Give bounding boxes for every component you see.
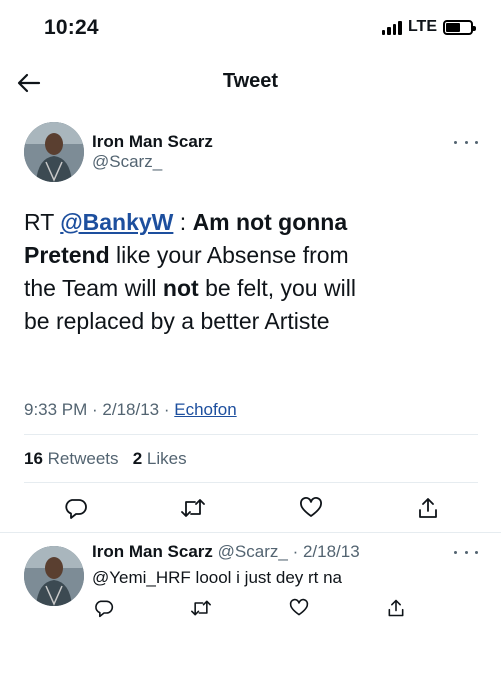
reply-avatar[interactable] [24,546,84,606]
retweet-button[interactable] [179,494,207,522]
likes-count: 2 [132,449,143,468]
heart-icon [299,497,322,517]
tweet-date: 2/18/13 [102,400,160,419]
more-options-button[interactable] [454,136,478,148]
reply-date: · 2/18/13 [292,542,360,561]
separator: · [159,400,175,419]
divider [24,434,478,435]
reply-header[interactable]: Iron Man Scarz @Scarz_ · 2/18/13 [92,542,360,562]
retweet-icon [191,600,212,616]
reply-more-options-button[interactable] [454,546,478,558]
reply-retweet-button[interactable] [187,594,215,622]
author-handle[interactable]: @Scarz_ [92,152,213,172]
like-button[interactable] [297,494,325,522]
battery-icon [443,19,476,35]
tweet-text: RT @BankyW : Am not gonna Pretend like y… [24,206,374,338]
tweet-stats: 16 Retweets 2 Likes [24,449,187,469]
divider [0,532,501,533]
signal-icon [381,20,402,35]
status-bar: 10:24 LTE [0,0,501,52]
tweet-bold-text: not [162,275,199,301]
retweet-icon [181,499,206,517]
retweets-count: 16 [24,449,43,468]
reply-button[interactable] [62,494,90,522]
reply-actions [90,594,410,622]
share-icon [419,498,437,518]
retweets-label: Retweets [47,449,119,468]
network-label: LTE [407,18,437,35]
tweet-time: 9:33 PM [24,400,88,419]
mention-link[interactable]: @BankyW [60,209,173,235]
tweet-text-part: : [173,209,193,235]
tweet-meta: 9:33 PM · 2/18/13 · Echofon [24,400,237,420]
reply-like-button[interactable] [285,594,313,622]
retweets-stat[interactable]: 16 Retweets [24,449,119,468]
share-icon [388,599,404,617]
reply-reply-button[interactable] [90,594,118,622]
avatar-image [24,546,84,606]
tweet-actions [62,494,442,522]
reply-share-button[interactable] [382,594,410,622]
likes-label: Likes [146,449,187,468]
divider [24,482,478,483]
source-link[interactable]: Echofon [174,400,236,419]
page-title: Tweet [222,70,279,92]
share-button[interactable] [414,494,442,522]
status-time: 10:24 [44,16,99,39]
heart-icon [289,598,308,616]
tweet-author[interactable]: Iron Man Scarz @Scarz_ [92,132,213,172]
avatar-image [24,122,84,182]
reply-icon [95,600,114,618]
avatar[interactable] [24,122,84,182]
separator: · [87,400,103,419]
tweet-prefix: RT [24,209,61,235]
reply-author-handle[interactable]: @Scarz_ [218,542,288,561]
reply-author-name[interactable]: Iron Man Scarz [92,542,213,561]
reply-icon [65,499,87,519]
author-name[interactable]: Iron Man Scarz [92,132,213,152]
nav-bar: Tweet [0,60,501,104]
status-indicators: LTE [381,18,476,36]
likes-stat[interactable]: 2 Likes [133,449,187,468]
reply-text: @Yemi_HRF loool i just dey rt na [92,568,343,587]
